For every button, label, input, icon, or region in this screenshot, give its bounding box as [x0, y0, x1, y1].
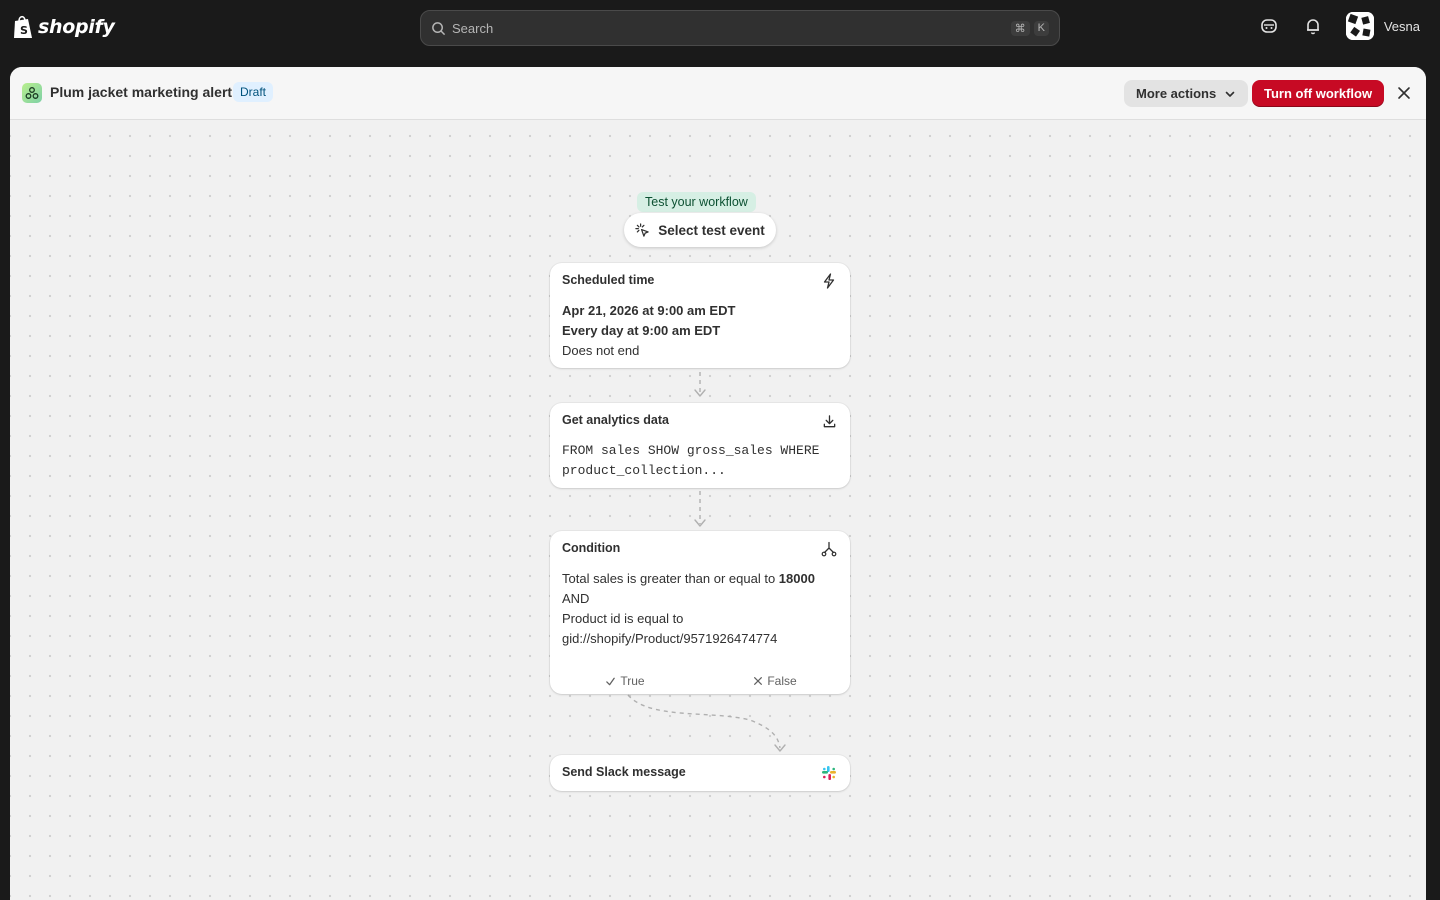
more-actions-button[interactable]: More actions: [1124, 80, 1249, 107]
brand-name: shopify: [38, 16, 115, 38]
trigger-step-title: Scheduled time: [562, 273, 655, 287]
true-branch-label: True: [620, 674, 645, 688]
rule-1-text: Total sales is greater than or equal to: [562, 571, 779, 586]
bell-icon: [1306, 19, 1319, 35]
trigger-recurrence: Every day at 9:00 am EDT: [562, 323, 721, 338]
condition-operator: AND: [562, 591, 590, 606]
false-branch-label: False: [767, 674, 797, 688]
true-branch[interactable]: True: [550, 674, 700, 688]
branch-icon: [821, 541, 837, 557]
trigger-icon-wrap: [820, 272, 838, 290]
slack-step-title: Send Slack message: [562, 765, 686, 779]
trigger-step-card[interactable]: Scheduled time Apr 21, 2026 at 9:00 am E…: [550, 263, 850, 368]
x-icon: [754, 677, 763, 685]
search-bar[interactable]: Search ⌘ K: [420, 10, 1060, 46]
close-icon: [1398, 87, 1410, 99]
test-workflow-label: Test your workflow: [637, 192, 756, 212]
false-branch[interactable]: False: [700, 674, 850, 688]
query-line-2: product_collection...: [562, 463, 726, 478]
slack-step-card[interactable]: Send Slack message: [550, 755, 850, 791]
user-name: Vesna: [1383, 18, 1420, 34]
shopify-bag-icon: S: [14, 15, 32, 38]
workflow-canvas[interactable]: Test your workflow Select test event Sch…: [10, 120, 1426, 900]
query-line-1: FROM sales SHOW gross_sales WHERE: [562, 443, 820, 458]
workflow-header: Plum jacket marketing alert Draft More a…: [10, 67, 1426, 120]
rule-2-text: Product id is equal to: [562, 611, 684, 626]
rule-1-value: 18000: [778, 571, 815, 586]
avatar-pattern-icon: [1345, 12, 1374, 40]
sidekick-button[interactable]: [1258, 15, 1280, 37]
analytics-step-card[interactable]: Get analytics data FROM sales SHOW gross…: [550, 403, 850, 488]
shopify-logo[interactable]: S shopify: [12, 14, 115, 40]
turn-off-workflow-button[interactable]: Turn off workflow: [1252, 80, 1385, 107]
download-icon: [823, 414, 835, 427]
workflow-title: Plum jacket marketing alert: [50, 84, 233, 100]
svg-text:S: S: [20, 24, 28, 37]
avatar: [1345, 12, 1374, 40]
flow-app-icon: [22, 83, 42, 103]
top-bar: S shopify Search ⌘ K Vesna: [0, 0, 1440, 56]
close-button[interactable]: [1394, 83, 1414, 103]
user-menu[interactable]: Vesna: [1345, 12, 1420, 40]
condition-rule-1: Total sales is greater than or equal to …: [562, 569, 838, 589]
chevron-down-icon: [1225, 91, 1235, 97]
sidekick-icon: [1261, 19, 1277, 33]
slack-icon: [822, 766, 836, 780]
sparkle-cursor-icon: [635, 222, 649, 237]
flow-glyph-icon: [25, 87, 39, 99]
notifications-button[interactable]: [1302, 15, 1324, 37]
analytics-step-title: Get analytics data: [562, 413, 669, 427]
lightning-icon: [823, 273, 835, 289]
condition-step-title: Condition: [562, 541, 621, 555]
analytics-query: FROM sales SHOW gross_sales WHERE produc…: [562, 441, 838, 481]
k-key: K: [1033, 20, 1049, 36]
condition-step-card[interactable]: Condition Total sales is greater than or…: [550, 531, 850, 694]
select-test-event-button[interactable]: Select test event: [624, 213, 776, 247]
more-actions-label: More actions: [1136, 86, 1217, 101]
select-test-event-label: Select test event: [658, 222, 765, 238]
search-input[interactable]: Search: [452, 21, 1011, 36]
status-badge: Draft: [233, 82, 274, 102]
trigger-start-date: Apr 21, 2026 at 9:00 am EDT: [562, 303, 736, 318]
slack-icon-wrap: [820, 764, 838, 782]
trigger-step-body: Apr 21, 2026 at 9:00 am EDT Every day at…: [562, 301, 838, 361]
condition-rules: Total sales is greater than or equal to …: [562, 569, 838, 649]
condition-icon-wrap: [820, 540, 838, 558]
check-icon: [606, 677, 616, 685]
search-shortcut: ⌘ K: [1010, 20, 1049, 36]
analytics-icon-wrap: [820, 412, 838, 430]
rule-2-value: gid://shopify/Product/9571926474774: [562, 631, 778, 646]
condition-branches: True False: [550, 674, 850, 688]
workflow-panel: Plum jacket marketing alert Draft More a…: [10, 67, 1426, 900]
top-actions: Vesna: [1258, 12, 1420, 40]
trigger-end: Does not end: [562, 343, 640, 358]
command-key: ⌘: [1010, 20, 1030, 36]
search-icon: [432, 21, 446, 35]
